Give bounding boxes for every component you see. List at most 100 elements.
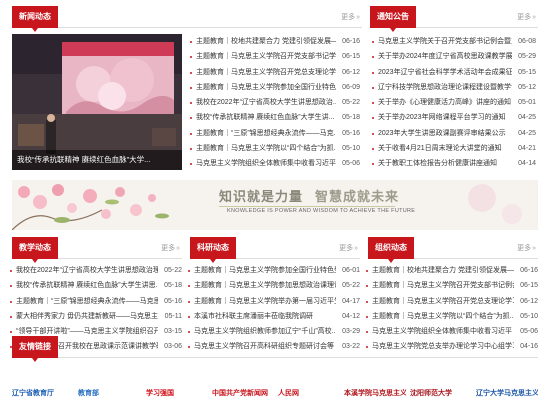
news-list-item[interactable]: 主题教育｜“三原”锦思想经典永流传——马克... 05-16 [188,126,362,141]
friend-link-logo[interactable]: 辽宁大学马克思主义学院 [476,384,538,404]
friend-link-logo[interactable]: 沈阳师范大学 [410,384,472,404]
notice-list-item[interactable]: 关于举办2023年网络课程平台学习的通知 04-25 [370,110,538,125]
research-item-title: 本溪市社科联主席潘丽丰莅临我院调研 [194,312,313,320]
news-list-item[interactable]: 马克思主义学院组织全体教师集中收看习近平《... 05-06 [188,156,362,171]
research-list-item[interactable]: 本溪市社科联主席潘丽丰莅临我院调研 04-12 [186,309,362,324]
news-item-date: 05-16 [342,129,360,137]
news-item-date: 06-12 [342,68,360,76]
research-list-item[interactable]: 主题教育｜马克思主义学院参加全国行业特色型高校“大思... 06-01 [186,263,362,278]
friend-link-name: 学习强国 [146,390,174,397]
notice-section-header: 通知公告 更多» [370,6,538,32]
party-item-date: 06-16 [520,267,538,274]
friend-link-logo[interactable]: 中国共产党新闻网 [212,384,274,404]
notice-item-title: 关于举办2024年度辽宁省高校思政课教学展示... [378,53,512,61]
notice-list-item[interactable]: 关于举办《心理健康活力高峰》讲座的通知 05-01 [370,95,538,110]
news-list-item[interactable]: 我校“传承抗联精神 赓续红色血脉”大学生讲... 05-18 [188,110,362,125]
double-chevron-right-icon: » [176,245,180,252]
party-item-date: 05-10 [520,312,538,320]
notice-list-item[interactable]: 2023年大学生讲思政课副赛评审结果公示 04-25 [370,126,538,141]
news-item-date: 06-09 [342,83,360,91]
party-item-date: 06-12 [520,297,538,305]
notice-item-title: 马克思主义学院关于召开党支部书记例会暨主题教... [378,38,512,45]
party-list-item[interactable]: 主题教育｜校地共建聚合力 党建引领促发展——... 06-16 [364,263,540,278]
party-section-title: 组织动态 [368,237,414,263]
research-item-date: 04-12 [342,312,360,320]
notice-item-title: 辽宁科技学院思想政治理论课程建设暨教学课件... [378,83,512,91]
teaching-list-item[interactable]: 我校在2022年“辽宁省高校大学生讲思想政治理... 05-22 [8,263,184,278]
notice-list-item[interactable]: 马克思主义学院关于召开党支部书记例会暨主题教... 06-08 [370,34,538,49]
notice-item-title: 关于教职工体检报告分析健康讲座通知 [378,160,497,168]
news-list-item[interactable]: 主题教育｜马克思主义学院参加全国行业特色型... 06-09 [188,80,362,95]
news-photo-caption[interactable]: 我校“传承抗联精神 赓续红色血脉”大学... [12,150,182,170]
news-photo-slider[interactable]: 我校“传承抗联精神 赓续红色血脉”大学... [12,34,182,170]
teaching-list-item[interactable]: 蒙大相伴秀家力 毋仍共建新教研——马克思主义... 05-11 [8,309,184,324]
notice-list-item[interactable]: 2023年辽宁省社会科学学术活动年会成果征文通... 05-15 [370,65,538,80]
notice-more-label: 更多 [517,14,532,21]
notice-list-item[interactable]: 辽宁科技学院思想政治理论课程建设暨教学课件... 05-12 [370,80,538,95]
friend-link-name: 辽宁省教育厅 [12,390,54,397]
notice-item-date: 04-25 [518,129,536,137]
notice-item-date: 06-08 [518,38,536,45]
news-item-title: 主题教育｜马克思主义学院以“四个结合”为抓... [196,145,336,153]
news-section-title: 新闻动态 [12,6,58,32]
party-more-link[interactable]: 更多» [517,244,536,253]
news-list-item[interactable]: 主题教育｜马克思主义学院召开党支部书记学习... 06-15 [188,49,362,64]
news-item-title: 我校“传承抗联精神 赓续红色血脉”大学生讲... [196,114,335,122]
double-chevron-right-icon: » [532,14,536,21]
party-list-item[interactable]: 主题教育｜马克思主义学院召开党总支理论学习... 06-12 [364,294,540,309]
news-more-link[interactable]: 更多» [341,13,360,22]
notice-item-date: 04-14 [518,160,536,168]
research-list-item[interactable]: 主题教育｜马克思主义学院参加思想政治课理论研究平台交流会 05-22 [186,278,362,293]
banner-divider [219,206,395,207]
research-item-date: 06-01 [342,267,360,274]
notice-item-title: 2023年大学生讲思政课副赛评审结果公示 [378,129,506,137]
friend-link-logo[interactable]: 人民网 [278,384,340,404]
news-section-header: 新闻动态 更多» [12,6,362,32]
news-list-item[interactable]: 主题教育｜马克思主义学院以“四个结合”为抓... 05-10 [188,141,362,156]
friend-links-logos: 辽宁省教育厅 教育部 学习强国 中国共产党新闻网 人民网 本溪学院马克思主义学院沈阳师范大… [12,384,538,404]
research-list-item[interactable]: 主题教育｜马克思主义学院举办第一届习近平生态文明思想... 04-17 [186,294,362,309]
friend-link-name: 教育部 [78,390,99,397]
party-list-item[interactable]: 主题教育｜马克思主义学院以“四个结合”为抓... 05-10 [364,309,540,324]
friend-links-title: 友情链接 [12,336,58,362]
teaching-list-item[interactable]: 主题教育｜“三原”锦思想经典永流传——马克思... 05-16 [8,294,184,309]
notice-more-link[interactable]: 更多» [517,13,536,22]
notice-item-title: 关于举办《心理健康活力高峰》讲座的通知 [378,99,511,107]
party-list-item[interactable]: 主题教育｜马克思主义学院召开党支部书记例会... 06-15 [364,278,540,293]
news-item-date: 05-10 [342,145,360,153]
research-more-link[interactable]: 更多» [339,244,358,253]
research-section-title: 科研动态 [190,237,236,263]
news-list-item[interactable]: 主题教育｜马克思主义学院召开党总支理论学习... 06-12 [188,65,362,80]
news-item-date: 05-22 [342,99,360,107]
friend-link-logo[interactable]: 本溪学院马克思主义学院 [344,384,406,404]
notice-list-item[interactable]: 关于收看4月21日周末理论大讲堂的通知 04-21 [370,141,538,156]
party-item-title: 主题教育｜马克思主义学院召开党总支理论学习... [372,297,514,305]
news-item-date: 05-06 [342,160,360,168]
teaching-item-title: 主题教育｜“三原”锦思想经典永流传——马克思... [16,297,158,305]
news-item-date: 06-15 [342,53,360,61]
notice-item-date: 04-25 [518,114,536,122]
teaching-item-title: 蒙大相伴秀家力 毋仍共建新教研——马克思主义... [16,312,158,320]
news-list-item[interactable]: 主题教育｜校地共建聚合力 党建引领促发展——... 06-16 [188,34,362,49]
friend-link-logo[interactable]: 学习强国 [146,384,208,404]
notice-item-title: 关于收看4月21日周末理论大讲堂的通知 [378,145,502,153]
friend-link-name: 人民网 [278,390,299,397]
notice-list-item[interactable]: 关于教职工体检报告分析健康讲座通知 04-14 [370,156,538,171]
teaching-list-item[interactable]: 我校“传承抗联精神 赓续红色血脉”大学生讲思... 05-18 [8,278,184,293]
news-item-date: 06-16 [342,38,360,45]
news-item-date: 05-18 [342,114,360,122]
notice-item-date: 05-01 [518,99,536,107]
double-chevron-right-icon: » [532,245,536,252]
notice-section-title: 通知公告 [370,6,416,32]
news-list-item[interactable]: 我校在2022年“辽宁省高校大学生讲思想政治... 05-22 [188,95,362,110]
teaching-more-label: 更多 [161,245,176,252]
friend-link-logo[interactable]: 教育部 [78,384,140,404]
friend-link-name: 中国共产党新闻网 [212,390,268,397]
friend-link-logo[interactable]: 辽宁省教育厅 [12,384,74,404]
research-section-header: 科研动态 更多» [190,237,360,263]
teaching-more-link[interactable]: 更多» [161,244,180,253]
teaching-item-date: 05-18 [164,282,182,290]
notice-item-date: 04-21 [518,145,536,153]
notice-list-item[interactable]: 关于举办2024年度辽宁省高校思政课教学展示... 05-29 [370,49,538,64]
research-item-title: 主题教育｜马克思主义学院举办第一届习近平生态文明思想... [194,297,336,305]
